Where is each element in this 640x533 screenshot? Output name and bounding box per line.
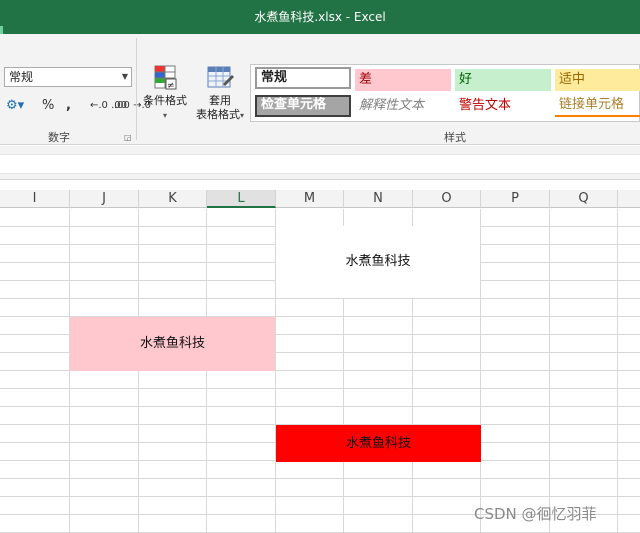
ribbon: 常规 ▼ ⚙▾ % , ←.0 .00 .00 →.0 数字 ◲ ≠ 条件格式 …: [0, 34, 640, 145]
column-header-l[interactable]: L: [207, 190, 276, 208]
number-group-label: 数字: [48, 131, 70, 144]
watermark: CSDN @徊忆羽菲: [474, 505, 597, 523]
cell-style-warning[interactable]: 警告文本: [455, 95, 551, 117]
column-header-k[interactable]: K: [139, 190, 207, 208]
ribbon-tab-edge: [0, 26, 3, 34]
accounting-format-icon[interactable]: ⚙▾: [6, 98, 24, 113]
column-header-j[interactable]: J: [70, 190, 139, 208]
merged-cell-red[interactable]: 水煮鱼科技: [276, 425, 481, 462]
cell-style-normal[interactable]: 常规: [255, 67, 351, 89]
window-title: 水煮鱼科技.xlsx - Excel: [254, 10, 386, 24]
column-header-partial[interactable]: [618, 190, 640, 208]
cell-style-good[interactable]: 好: [455, 69, 551, 91]
chevron-down-icon: ▾: [162, 111, 167, 120]
formula-bar[interactable]: [0, 154, 640, 174]
comma-style-button[interactable]: ,: [66, 98, 71, 113]
dialog-launcher-icon[interactable]: ◲: [124, 133, 132, 142]
cell-style-linked-cell[interactable]: 链接单元格: [555, 95, 640, 117]
chevron-down-icon[interactable]: ▼: [122, 68, 128, 86]
cell-style-neutral[interactable]: 适中: [555, 69, 640, 91]
column-header-o[interactable]: O: [413, 190, 481, 208]
cell-style-explanatory[interactable]: 解释性文本: [355, 95, 451, 117]
title-bar: 水煮鱼科技.xlsx - Excel: [0, 0, 640, 34]
column-header-q[interactable]: Q: [550, 190, 618, 208]
cell-style-check-cell[interactable]: 检查单元格: [255, 95, 351, 117]
chevron-down-icon: ▾: [239, 111, 244, 120]
cell-style-bad[interactable]: 差: [355, 69, 451, 91]
merged-cell-pink[interactable]: 水煮鱼科技: [70, 317, 275, 371]
table-format-icon: [207, 66, 234, 88]
column-header-n[interactable]: N: [344, 190, 413, 208]
conditional-format-label: 条件格式: [143, 94, 187, 107]
column-header-p[interactable]: P: [481, 190, 550, 208]
format-as-table-label-1: 套用: [209, 94, 231, 107]
number-format-value: 常规: [9, 70, 34, 84]
cell-styles-gallery: 常规 差 好 适中 检查单元格 解释性文本 警告文本 链接单元格: [250, 64, 640, 122]
number-format-dropdown[interactable]: 常规 ▼: [4, 67, 132, 87]
percent-style-button[interactable]: %: [42, 98, 54, 113]
conditional-format-button[interactable]: ≠ 条件格式 ▾: [140, 64, 190, 123]
formula-bar-area: [0, 146, 640, 180]
column-header-m[interactable]: M: [276, 190, 344, 208]
format-as-table-button[interactable]: 套用 表格格式▾: [192, 64, 248, 123]
column-header-i[interactable]: I: [0, 190, 70, 208]
styles-group-label: 样式: [444, 131, 466, 144]
group-divider: [136, 38, 137, 140]
merged-cell-white[interactable]: 水煮鱼科技: [276, 226, 480, 298]
format-as-table-label-2: 表格格式: [195, 108, 240, 121]
svg-text:≠: ≠: [167, 81, 175, 91]
conditional-format-icon: ≠: [154, 65, 177, 91]
